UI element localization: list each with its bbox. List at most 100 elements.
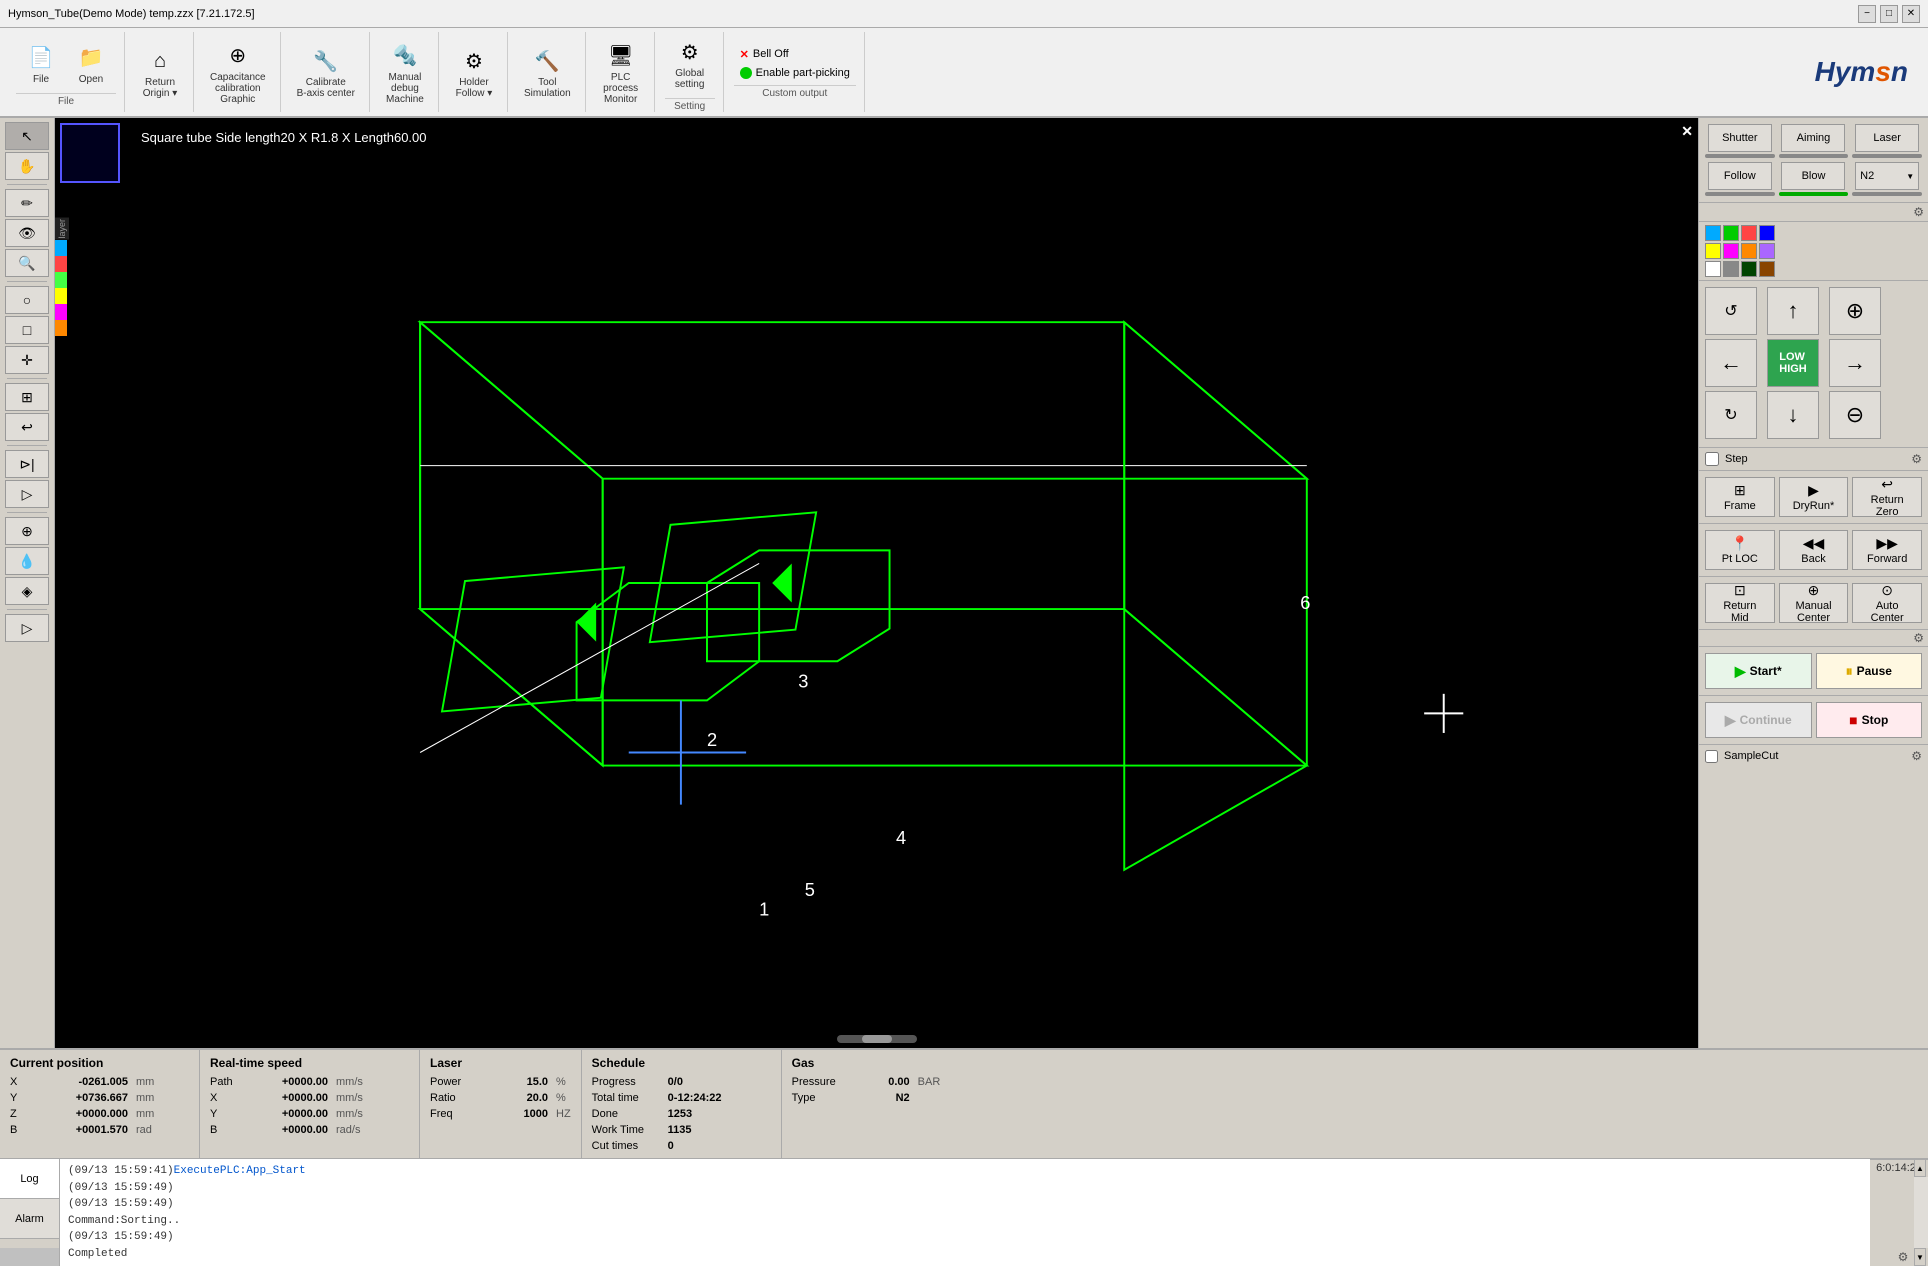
color-brown[interactable] [1759,261,1775,277]
manual-center-icon: ⊕ [1808,582,1820,599]
sidebar-fill-btn[interactable]: ◈ [5,577,49,605]
sidebar-arrow-btn[interactable]: ▷ [5,480,49,508]
speed-section: Real-time speed Path +0000.00 mm/s X +00… [200,1050,420,1158]
rotate-ccw-btn[interactable]: ↺ [1705,287,1757,335]
low-high-btn[interactable]: LOWHIGH [1767,339,1819,387]
sidebar-pencil-btn[interactable]: ✏ [5,189,49,217]
alarm-tab[interactable]: Alarm [0,1199,59,1239]
close-btn[interactable]: ✕ [1902,5,1920,23]
return-zero-btn[interactable]: ↩ ReturnZero [1852,477,1922,517]
color-purple[interactable] [1759,243,1775,259]
frame-btn[interactable]: ⊞ Frame [1705,477,1775,517]
color-gray[interactable] [1723,261,1739,277]
zoom-in-btn[interactable]: ⊕ [1829,287,1881,335]
swatch-orange[interactable] [55,320,67,336]
right-panel: Shutter Aiming Laser Follow Bl [1698,118,1928,1048]
file-open-btn[interactable]: 📁 Open [66,38,116,89]
log-settings-btn[interactable]: ⚙ [1894,1248,1912,1266]
auto-center-btn[interactable]: ⊙ AutoCenter [1852,583,1922,623]
sidebar-select-btn[interactable]: ↖ [5,122,49,150]
color-yellow[interactable] [1705,243,1721,259]
color-blue[interactable] [1759,225,1775,241]
move-down-btn[interactable]: ↓ [1767,391,1819,439]
sidebar-hand-btn[interactable]: ✋ [5,152,49,180]
swatch-yellow[interactable] [55,288,67,304]
swatch-blue[interactable] [55,240,67,256]
color-cyan[interactable] [1705,225,1721,241]
sidebar-circle-btn[interactable]: ○ [5,286,49,314]
step-settings-icon[interactable]: ⚙ [1911,452,1922,466]
swatch-green[interactable] [55,272,67,288]
sidebar-zoomin-btn[interactable]: 🔍 [5,249,49,277]
sidebar-divider-2 [7,281,47,282]
sample-cut-settings-icon[interactable]: ⚙ [1911,749,1922,763]
aiming-btn[interactable]: Aiming [1781,124,1845,152]
sidebar-rect-btn[interactable]: □ [5,316,49,344]
color-white[interactable] [1705,261,1721,277]
dryrun-btn[interactable]: ▶ DryRun* [1779,477,1849,517]
back-btn[interactable]: ◀◀ Back [1779,530,1849,570]
schedule-row-worktime: Work Time 1135 [592,1124,771,1136]
continue-btn[interactable]: ▶ Continue [1705,702,1812,738]
rotate-cw-btn[interactable]: ↻ [1705,391,1757,439]
color-magenta[interactable] [1723,243,1739,259]
pause-btn[interactable]: ⏸ Pause [1816,653,1923,689]
color-red[interactable] [1741,225,1757,241]
return-mid-btn[interactable]: ⊡ ReturnMid [1705,583,1775,623]
canvas-close-btn[interactable]: ✕ [1681,123,1693,140]
sidebar-eye-btn[interactable]: 👁 [5,219,49,247]
plc-process-btn[interactable]: 🖥 PLCprocessMonitor [596,36,646,109]
sidebar-measure-btn[interactable]: ⊞ [5,383,49,411]
manual-center-btn[interactable]: ⊕ ManualCenter [1779,583,1849,623]
file-new-btn[interactable]: 📄 File [16,38,66,89]
move-up-btn[interactable]: ↑ [1767,287,1819,335]
bell-off-item[interactable]: ✕ Bell Off [734,46,795,63]
n2-btn[interactable]: N2 ▼ [1855,162,1919,190]
holder-follow-btn[interactable]: ⚙ HolderFollow ▾ [449,41,499,103]
sidebar-skip-btn[interactable]: ⊳| [5,450,49,478]
sidebar-divider-3 [7,378,47,379]
swatch-red[interactable] [55,256,67,272]
manual-debug-btn[interactable]: 🔩 ManualdebugMachine [380,36,430,109]
ptloc-btn[interactable]: 📍 Pt LOC [1705,530,1775,570]
holder-follow-group: ⚙ HolderFollow ▾ [441,32,508,112]
capacitance-btn[interactable]: ⊕ CapacitancecalibrationGraphic [204,36,272,109]
sidebar-undo-btn[interactable]: ↩ [5,413,49,441]
start-btn[interactable]: ▶ Start* [1705,653,1812,689]
enable-part-picking-item[interactable]: Enable part-picking [734,65,856,81]
stop-btn[interactable]: ■ Stop [1816,702,1923,738]
tool-simulation-group: 🔨 ToolSimulation [510,32,586,112]
color-orange[interactable] [1741,243,1757,259]
step-checkbox[interactable] [1705,452,1719,466]
shutter-btn[interactable]: Shutter [1708,124,1772,152]
sample-cut-checkbox[interactable] [1705,750,1718,763]
swatch-magenta[interactable] [55,304,67,320]
log-scroll-up[interactable]: ▲ [1914,1159,1926,1177]
global-setting-btn[interactable]: ⚙ Globalsetting [665,32,715,94]
move-right-btn[interactable]: → [1829,339,1881,387]
log-tab[interactable]: Log [0,1159,59,1199]
color-green[interactable] [1723,225,1739,241]
calibrate-btn[interactable]: 🔧 CalibrateB-axis center [291,41,361,103]
log-link-1[interactable]: ExecutePLC:App_Start [174,1165,306,1177]
sidebar-target-btn[interactable]: ⊕ [5,517,49,545]
canvas-area[interactable]: Square tube Side length20 X R1.8 X Lengt… [55,118,1698,1048]
log-scroll-down[interactable]: ▼ [1914,1248,1926,1266]
blow-btn[interactable]: Blow [1781,162,1845,190]
follow-btn[interactable]: Follow [1708,162,1772,190]
maximize-btn[interactable]: □ [1880,5,1898,23]
forward-btn[interactable]: ▶▶ Forward [1852,530,1922,570]
move-left-btn[interactable]: ← [1705,339,1757,387]
action-settings-icon[interactable]: ⚙ [1913,631,1924,645]
sidebar-extra-btn[interactable]: ▷ [5,614,49,642]
return-origin-btn[interactable]: ⌂ ReturnOrigin ▾ [135,41,185,103]
sidebar-drop-btn[interactable]: 💧 [5,547,49,575]
dryrun-label: DryRun* [1793,500,1835,512]
minimize-btn[interactable]: − [1858,5,1876,23]
laser-btn[interactable]: Laser [1855,124,1919,152]
zoom-out-btn[interactable]: ⊖ [1829,391,1881,439]
tool-simulation-btn[interactable]: 🔨 ToolSimulation [518,41,577,103]
color-dark-green[interactable] [1741,261,1757,277]
sidebar-cross-btn[interactable]: ✛ [5,346,49,374]
panel-settings-icon[interactable]: ⚙ [1913,205,1924,219]
